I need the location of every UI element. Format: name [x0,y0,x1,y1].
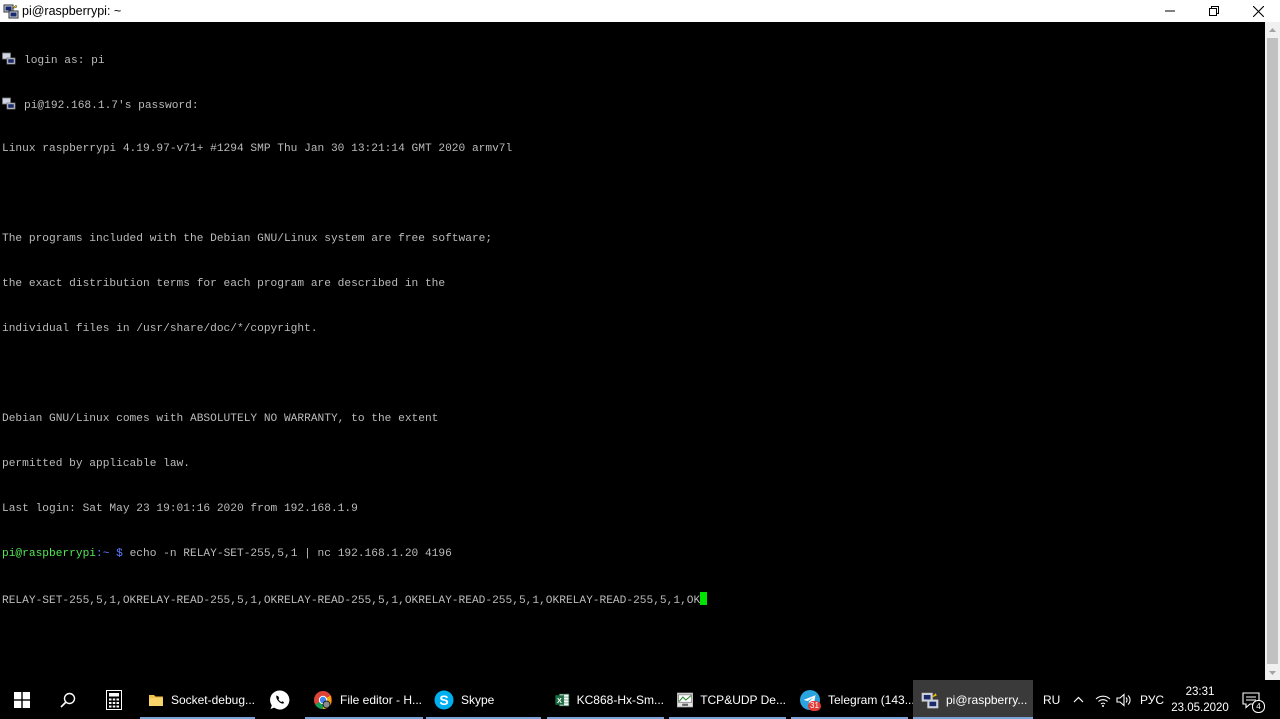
scroll-down-button[interactable] [1265,665,1280,680]
volume-control[interactable] [1113,680,1135,719]
calculator-button[interactable] [92,680,136,719]
minimize-icon [1165,10,1175,12]
terminal-area[interactable]: login as: pi pi@192.168.1.7's password: … [0,22,1265,680]
prompt-user: pi@raspberrypi [2,548,96,560]
minimize-button[interactable] [1148,0,1192,22]
svg-text:X: X [557,695,562,704]
window-titlebar: pi@raspberrypi: ~ [0,0,1280,22]
scrollbar-thumb[interactable] [1267,38,1278,664]
taskbar-app-socket-debug[interactable]: Socket-debug... [140,680,255,719]
wifi-icon [1095,695,1111,707]
chevron-up-icon [1073,696,1083,703]
clock[interactable]: 23:31 23.05.2020 [1168,684,1232,716]
windows-logo-icon [14,691,30,708]
speaker-icon [1116,692,1131,707]
keyboard-layout[interactable]: РУС [1140,680,1164,719]
prompt-path: :~ $ [96,548,123,560]
terminal-output: login as: pi pi@192.168.1.7's password: … [2,22,708,637]
taskbar-app-tcpudp[interactable]: TCP&UDP De... [669,680,786,719]
close-button[interactable] [1236,0,1280,22]
taskbar-app-label: Telegram (143... [828,692,915,707]
taskbar-app-label: TCP&UDP De... [700,692,786,707]
notification-count: 4 [1252,699,1265,713]
start-button[interactable] [0,680,44,719]
putty-session-icon [2,97,16,110]
scroll-up-button[interactable] [1265,22,1280,37]
restore-icon [1209,6,1219,16]
telegram-icon-wrap: 31 [799,689,821,711]
language-indicator[interactable]: RU [1043,680,1060,719]
terminal-line: permitted by applicable law. [2,458,190,470]
whatsapp-icon [270,689,290,709]
chrome-icon [314,690,332,709]
action-center-button[interactable]: 4 [1236,680,1266,719]
taskbar-app-telegram[interactable]: 31 Telegram (143... [791,680,915,719]
putty-session-icon [2,52,16,65]
command-line: pi@raspberrypi:~ $ echo -n RELAY-SET-255… [2,547,707,562]
taskbar-app-excel[interactable]: X KC868-Hx-Sm... [547,680,664,719]
taskbar-app-label: Skype [461,692,495,707]
search-button[interactable] [46,680,90,719]
terminal-line: The programs included with the Debian GN… [2,233,493,245]
notification-icon-wrap: 4 [1242,691,1265,713]
login-prompt: login as: pi [24,55,105,67]
search-icon [60,692,76,708]
clock-date: 23.05.2020 [1171,702,1229,714]
excel-icon: X [555,693,570,706]
taskbar-app-putty[interactable]: pi@raspberry... [913,680,1033,719]
command-output-line: RELAY-SET-255,5,1,OKRELAY-READ-255,5,1,O… [2,592,708,607]
vertical-scrollbar[interactable] [1265,22,1280,680]
skype-icon: S [434,690,454,709]
terminal-line: individual files in /usr/share/doc/*/cop… [2,323,318,335]
taskbar-app-label: Socket-debug... [170,692,255,707]
unread-badge: 31 [808,700,821,711]
command-output: RELAY-SET-255,5,1,OKRELAY-READ-255,5,1,O… [2,595,701,607]
calculator-icon [106,689,122,710]
arrow-down-icon [1269,670,1276,675]
terminal-line: Debian GNU/Linux comes with ABSOLUTELY N… [2,413,439,425]
restore-button[interactable] [1192,0,1236,22]
taskbar-app-label: pi@raspberry... [946,692,1028,707]
putty-icon [3,4,19,19]
taskbar-app-chrome[interactable]: File editor - H... [305,680,423,719]
terminal-line: login as: pi [2,52,707,67]
taskbar-app-skype[interactable]: S Skype [426,680,541,719]
svg-text:S: S [439,692,448,708]
tcpudp-icon [677,692,694,707]
terminal-cursor [700,592,708,605]
taskbar-app-label: File editor - H... [340,692,423,707]
terminal-line: Last login: Sat May 23 19:01:16 2020 fro… [2,503,358,515]
clock-time: 23:31 [1185,686,1215,698]
window-title: pi@raspberrypi: ~ [22,4,122,18]
terminal-line: pi@192.168.1.7's password: [2,97,707,112]
taskbar-app-whatsapp[interactable] [258,680,302,719]
terminal-line: Linux raspberrypi 4.19.97-v71+ #1294 SMP… [2,143,513,155]
folder-icon [148,694,163,706]
close-icon [1252,5,1264,17]
taskbar-app-label: KC868-Hx-Sm... [576,692,664,707]
putty-icon [921,692,939,708]
network-status[interactable] [1093,680,1113,719]
show-hidden-icons-button[interactable] [1068,680,1088,719]
taskbar: Socket-debug... File editor - H... S Sky… [0,680,1280,719]
password-prompt: pi@192.168.1.7's password: [24,100,199,112]
arrow-up-icon [1269,27,1276,32]
command-text: echo -n RELAY-SET-255,5,1 | nc 192.168.1… [122,548,452,560]
terminal-line: the exact distribution terms for each pr… [2,278,446,290]
